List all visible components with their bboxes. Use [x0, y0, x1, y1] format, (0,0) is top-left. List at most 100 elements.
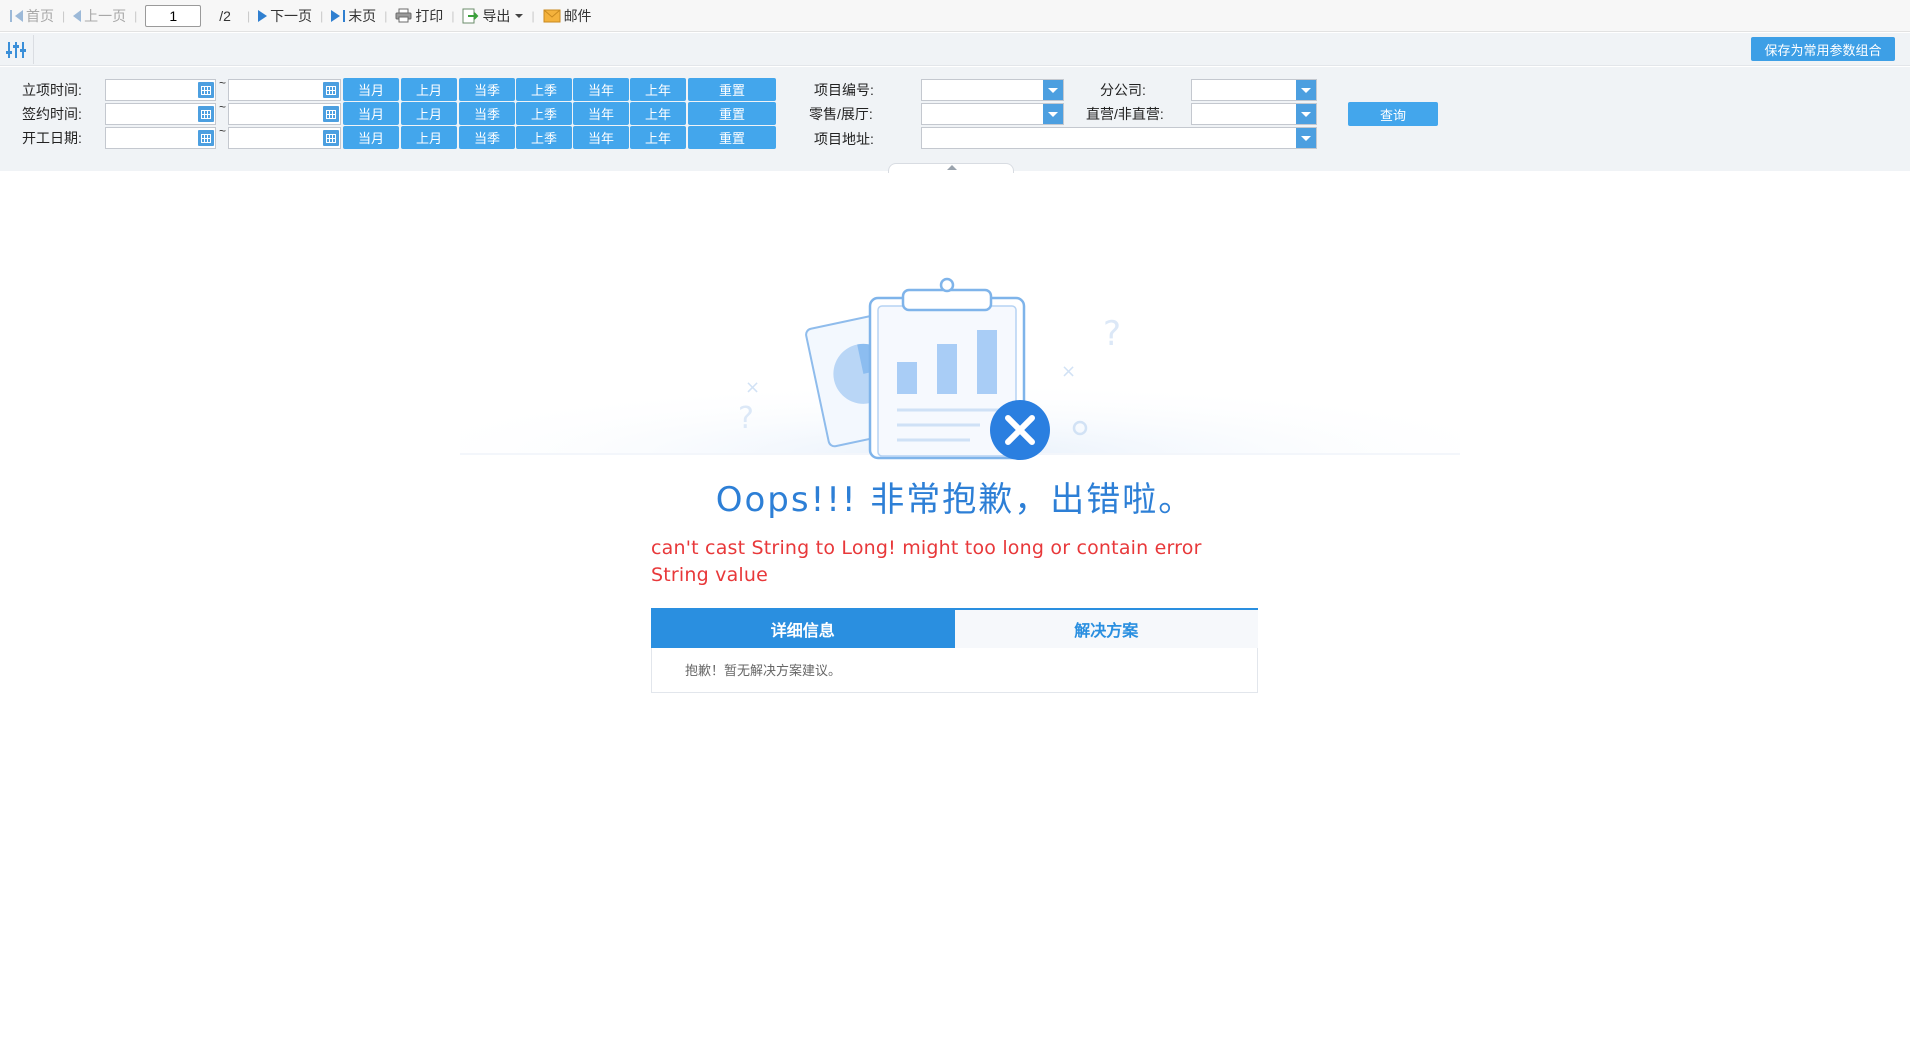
error-tabs: 详细信息 解决方案 [651, 608, 1258, 648]
calendar-icon[interactable] [323, 106, 339, 122]
start-last-year-button[interactable]: 上年 [630, 126, 686, 149]
chevron-down-icon [515, 13, 524, 18]
export-button[interactable]: 导出 [456, 6, 529, 26]
start-reset-button[interactable]: 重置 [688, 126, 776, 149]
mail-button[interactable]: 邮件 [537, 6, 598, 26]
branch-label: 分公司: [1100, 82, 1146, 98]
address-label: 项目地址: [814, 131, 874, 147]
project-this-year-button[interactable]: 当年 [573, 78, 629, 101]
toolbar-divider: | [246, 8, 251, 23]
toolbar: 首页 | 上一页 | /2 | 下一页 | 末页 | 打印 | 导出 | [0, 0, 1910, 32]
project-no-label: 项目编号: [814, 82, 874, 98]
page-number-input[interactable] [145, 4, 202, 27]
toolbar-divider: | [320, 8, 324, 23]
sign-last-quarter-button[interactable]: 上季 [516, 102, 572, 125]
tab-content-text: 抱歉！暂无解决方案建议。 [685, 663, 842, 678]
next-page-button[interactable]: 下一页 [252, 6, 318, 26]
project-last-year-button[interactable]: 上年 [630, 78, 686, 101]
error-illustration: ? ? × × [460, 277, 1460, 460]
start-this-month-button[interactable]: 当月 [343, 126, 399, 149]
chevron-down-icon[interactable] [1043, 104, 1063, 124]
error-detail-panel: 详细信息 解决方案 抱歉！暂无解决方案建议。 [651, 608, 1258, 693]
last-page-button[interactable]: 末页 [325, 6, 382, 26]
project-no-select[interactable] [921, 79, 1064, 101]
print-label: 打印 [415, 7, 444, 24]
mail-label: 邮件 [563, 7, 592, 24]
first-page-button[interactable]: 首页 [4, 6, 60, 26]
calendar-icon[interactable] [198, 82, 214, 98]
svg-text:×: × [745, 377, 760, 398]
sign-this-month-button[interactable]: 当月 [343, 102, 399, 125]
toolbar-divider: | [451, 8, 455, 23]
sign-last-month-button[interactable]: 上月 [401, 102, 457, 125]
printer-icon [395, 8, 412, 23]
toolbar-divider: | [531, 8, 535, 23]
direct-label: 直营/非直营: [1086, 106, 1164, 122]
next-page-label: 下一页 [270, 7, 313, 24]
svg-text:×: × [1061, 361, 1076, 382]
retail-select[interactable] [921, 103, 1064, 125]
start-date-end-input[interactable] [228, 127, 341, 149]
error-title: Oops!!! 非常抱歉，出错啦。 [715, 480, 1195, 520]
project-reset-button[interactable]: 重置 [688, 78, 776, 101]
start-this-quarter-button[interactable]: 当季 [459, 126, 515, 149]
start-last-quarter-button[interactable]: 上季 [516, 126, 572, 149]
start-date-label: 开工日期: [22, 130, 82, 146]
retail-label: 零售/展厅: [809, 106, 873, 122]
divider [33, 35, 34, 64]
svg-text:?: ? [738, 401, 754, 436]
sign-date-label: 签约时间: [22, 106, 82, 122]
prev-page-icon [73, 9, 82, 22]
sign-reset-button[interactable]: 重置 [688, 102, 776, 125]
project-date-label: 立项时间: [22, 82, 82, 98]
filter-panel: 立项时间: ~ 当月 上月 当季 上季 当年 上年 重置 签约时间: ~ 当月 … [0, 67, 1910, 173]
chevron-down-icon[interactable] [1043, 80, 1063, 100]
svg-text:?: ? [1103, 314, 1121, 354]
range-separator: ~ [219, 100, 227, 114]
prev-page-button[interactable]: 上一页 [67, 6, 132, 26]
project-date-start-input[interactable] [105, 79, 216, 101]
start-last-month-button[interactable]: 上月 [401, 126, 457, 149]
param-bar: 保存为常用参数组合 [0, 33, 1910, 66]
sign-this-year-button[interactable]: 当年 [573, 102, 629, 125]
prev-page-label: 上一页 [84, 7, 127, 24]
range-separator: ~ [219, 76, 227, 90]
project-this-quarter-button[interactable]: 当季 [459, 78, 515, 101]
sign-last-year-button[interactable]: 上年 [630, 102, 686, 125]
project-last-quarter-button[interactable]: 上季 [516, 78, 572, 101]
page-total: /2 [219, 7, 231, 24]
toolbar-divider: | [62, 8, 66, 23]
chevron-down-icon[interactable] [1296, 80, 1316, 100]
mail-icon [543, 9, 561, 22]
start-date-start-input[interactable] [105, 127, 216, 149]
toolbar-divider: | [384, 8, 388, 23]
branch-select[interactable] [1191, 79, 1317, 101]
address-select[interactable] [921, 127, 1317, 149]
query-button[interactable]: 查询 [1348, 102, 1438, 126]
toolbar-divider: | [134, 8, 138, 23]
start-this-year-button[interactable]: 当年 [573, 126, 629, 149]
calendar-icon[interactable] [323, 130, 339, 146]
project-date-end-input[interactable] [228, 79, 341, 101]
calendar-icon[interactable] [198, 106, 214, 122]
filter-settings-icon[interactable] [5, 39, 27, 61]
save-param-combo-button[interactable]: 保存为常用参数组合 [1751, 37, 1895, 61]
sign-date-start-input[interactable] [105, 103, 216, 125]
export-icon [462, 8, 479, 24]
sign-this-quarter-button[interactable]: 当季 [459, 102, 515, 125]
calendar-icon[interactable] [198, 130, 214, 146]
chevron-down-icon[interactable] [1296, 104, 1316, 124]
first-page-icon [10, 9, 12, 22]
error-message: can't cast String to Long! might too lon… [651, 537, 1202, 586]
project-this-month-button[interactable]: 当月 [343, 78, 399, 101]
print-button[interactable]: 打印 [389, 6, 449, 26]
direct-select[interactable] [1191, 103, 1317, 125]
chevron-down-icon[interactable] [1296, 128, 1316, 148]
collapse-filter-toggle[interactable] [888, 163, 1014, 173]
tab-details[interactable]: 详细信息 [651, 610, 955, 648]
sign-date-end-input[interactable] [228, 103, 341, 125]
project-last-month-button[interactable]: 上月 [401, 78, 457, 101]
export-label: 导出 [482, 7, 511, 24]
tab-solutions[interactable]: 解决方案 [954, 610, 1258, 648]
calendar-icon[interactable] [323, 82, 339, 98]
